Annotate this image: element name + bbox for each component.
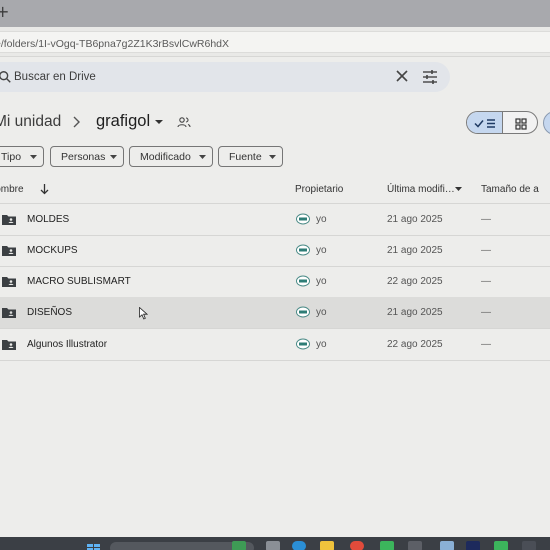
column-header-name[interactable]: Nombre	[0, 184, 24, 195]
caret-down-icon	[199, 155, 206, 159]
filter-chip-label: Modificado	[140, 151, 191, 163]
chevron-right-icon	[73, 116, 80, 128]
filter-chip-label: Personas	[61, 151, 106, 163]
details-panel-button[interactable]	[543, 111, 550, 135]
taskbar-app-icon[interactable]	[266, 541, 280, 550]
close-icon[interactable]	[394, 68, 410, 84]
avatar	[296, 306, 310, 318]
taskbar-app-icon[interactable]	[522, 541, 536, 550]
shared-folder-icon	[2, 340, 16, 350]
file-name: MOLDES	[27, 214, 70, 225]
mouse-cursor-icon	[139, 307, 148, 320]
new-tab-button[interactable]: +	[0, 2, 9, 21]
taskbar-app-icon[interactable]	[494, 541, 508, 550]
arrow-down-icon[interactable]	[40, 184, 49, 195]
os-taskbar	[0, 537, 550, 550]
file-size: —	[481, 276, 491, 287]
browser-tab-strip: +	[0, 0, 550, 27]
caret-down-icon[interactable]	[154, 119, 164, 125]
shared-folder-icon	[2, 277, 16, 287]
owner: yo	[316, 214, 327, 225]
filter-chip-label: Tipo	[1, 151, 22, 163]
avatar	[296, 338, 310, 350]
view-toggle	[466, 111, 538, 134]
modified-date: 22 ago 2025	[387, 276, 443, 287]
file-size: —	[481, 214, 491, 225]
avatar	[296, 244, 310, 256]
table-row[interactable]: Algunos Illustrator yo 22 ago 2025 —	[0, 329, 550, 361]
breadcrumb-root[interactable]: Mi unidad	[0, 113, 61, 131]
browser-address-bar: e/folders/1I-vOgq-TB6pna7g2Z1K3rBsvlCwR6…	[0, 27, 550, 57]
file-name: Algunos Illustrator	[27, 339, 108, 350]
column-header-owner[interactable]: Propietario	[295, 184, 343, 195]
avatar	[296, 275, 310, 287]
taskbar-app-icon[interactable]	[380, 541, 394, 550]
owner: yo	[316, 339, 327, 350]
shared-folder-icon	[2, 215, 16, 225]
filter-chip-label: Fuente	[229, 151, 262, 163]
windows-start-icon[interactable]	[86, 543, 102, 550]
table-row[interactable]: MOLDES yo 21 ago 2025 —	[0, 204, 550, 236]
file-list-header: Nombre Propietario Última modifi… Tamaño…	[0, 178, 550, 204]
checked-list-icon	[474, 119, 495, 128]
table-row[interactable]: DISEÑOS yo 21 ago 2025 —	[0, 297, 550, 329]
chrome-icon[interactable]	[350, 541, 364, 550]
column-header-modified[interactable]: Última modifi…	[387, 184, 455, 195]
modified-date: 21 ago 2025	[387, 307, 443, 318]
tune-icon[interactable]	[422, 69, 438, 85]
url-field[interactable]: e/folders/1I-vOgq-TB6pna7g2Z1K3rBsvlCwR6…	[0, 31, 550, 53]
url-text: e/folders/1I-vOgq-TB6pna7g2Z1K3rBsvlCwR6…	[0, 38, 230, 50]
modified-date: 21 ago 2025	[387, 214, 443, 225]
modified-date: 22 ago 2025	[387, 339, 443, 350]
file-name: MOCKUPS	[27, 245, 78, 256]
owner: yo	[316, 245, 327, 256]
breadcrumb-current-folder[interactable]: grafigol	[96, 112, 150, 131]
caret-down-icon	[110, 155, 117, 159]
list-view-button[interactable]	[467, 112, 503, 133]
table-row[interactable]: MOCKUPS yo 21 ago 2025 —	[0, 235, 550, 267]
file-size: —	[481, 245, 491, 256]
taskbar-app-icon[interactable]	[408, 541, 422, 550]
file-size: —	[481, 339, 491, 350]
drive-search-bar[interactable]: Buscar en Drive	[0, 62, 450, 92]
filter-chip-modificado[interactable]: Modificado	[129, 146, 213, 167]
taskbar-app-icon[interactable]	[440, 541, 454, 550]
search-icon[interactable]	[0, 70, 12, 84]
shared-people-icon[interactable]	[177, 116, 191, 128]
caret-down-icon	[30, 155, 37, 159]
filter-chip-tipo[interactable]: Tipo	[0, 146, 44, 167]
table-row[interactable]: MACRO SUBLISMART yo 22 ago 2025 —	[0, 266, 550, 298]
caret-down-icon	[269, 155, 276, 159]
taskbar-app-icon[interactable]	[232, 541, 246, 550]
filter-chip-fuente[interactable]: Fuente	[218, 146, 283, 167]
owner: yo	[316, 307, 327, 318]
filter-chip-personas[interactable]: Personas	[50, 146, 124, 167]
edge-icon[interactable]	[292, 541, 306, 550]
shared-folder-icon	[2, 308, 16, 318]
grid-view-button[interactable]	[503, 112, 537, 133]
caret-down-icon[interactable]	[455, 187, 462, 191]
modified-date: 21 ago 2025	[387, 245, 443, 256]
photoshop-icon[interactable]	[466, 541, 480, 550]
file-size: —	[481, 307, 491, 318]
search-input[interactable]: Buscar en Drive	[14, 71, 96, 83]
grid-icon	[515, 118, 527, 130]
folder-app-icon[interactable]	[320, 541, 334, 550]
file-name: MACRO SUBLISMART	[27, 276, 131, 287]
file-name: DISEÑOS	[27, 307, 73, 318]
shared-folder-icon	[2, 246, 16, 256]
column-header-size[interactable]: Tamaño de a	[481, 184, 539, 195]
avatar	[296, 213, 310, 225]
owner: yo	[316, 276, 327, 287]
